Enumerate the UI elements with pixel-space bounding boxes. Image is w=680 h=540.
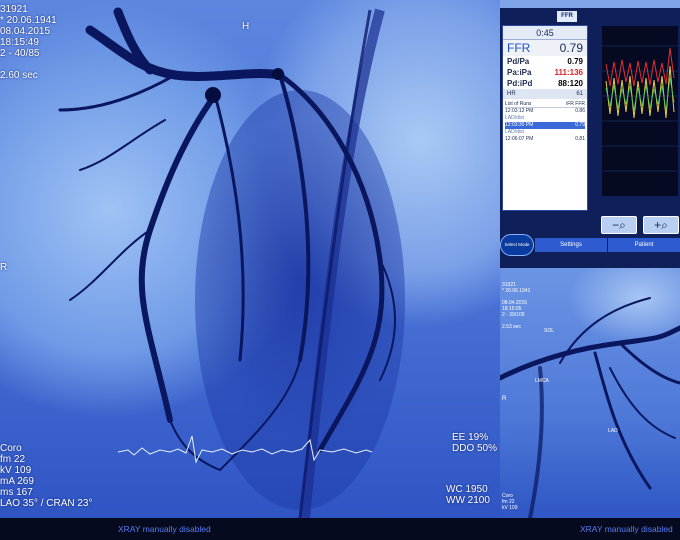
runs-list: List of Runs iFR FFR 12:03:12 PM 0.86 LAD…	[503, 99, 587, 144]
zoom-out-icon: −⌕	[612, 218, 626, 232]
vessel-label-sol: SOL	[544, 328, 555, 334]
tab-patient[interactable]: Patient	[607, 238, 680, 252]
zoom-in-button[interactable]: +⌕	[643, 216, 679, 234]
pd-pa-label: Pd/Pa	[507, 57, 530, 66]
pd-ipd-row: Pd:iPd 88:120	[503, 78, 587, 89]
ffr-tab-bar: Select Mode Settings Patient	[500, 234, 680, 256]
patient-info-overlay: 31921 * 20.06.1941 08.04.2015 18:15:49 2…	[0, 4, 57, 81]
run-location: LAD/dist	[505, 115, 524, 121]
ffr-value: 0.79	[559, 41, 583, 55]
coronary-vessels-image	[58, 7, 405, 518]
angiography-main-view[interactable]: 31921 * 20.06.1941 08.04.2015 18:15:49 2…	[0, 0, 500, 518]
main-status-bar: XRAY manually disabled	[0, 518, 500, 540]
select-mode-button[interactable]: Select Mode	[500, 234, 534, 256]
runs-list-header: List of Runs iFR FFR	[505, 100, 585, 108]
panel-header-strip	[500, 0, 680, 8]
ffr-label: FFR	[507, 41, 531, 55]
ffr-readout-box: 0:45 FFR 0.79 Pd/Pa 0.79 Pa:iPa 111:136 …	[502, 25, 588, 211]
pressure-trend-graph	[602, 26, 678, 196]
angiography-secondary-view[interactable]: 31921 * 20.06.1941 08.04.2015 18:15:05 2…	[500, 268, 680, 518]
ffr-logo: FFR	[557, 11, 577, 22]
zoom-in-icon: +⌕	[654, 218, 668, 232]
pa-ipa-row: Pa:iPa 111:136	[503, 67, 587, 78]
ffr-measurement-panel: FFR 0:45 FFR 0.79 Pd/Pa 0.79 Pa:iPa 111:…	[500, 0, 680, 268]
secondary-patient-info: 31921 * 20.06.1941 08.04.2015 18:15:05 2…	[502, 282, 531, 330]
run-timer: 0:45	[503, 26, 587, 40]
run-item-selected[interactable]: 12:03:30 PM 0.79	[505, 122, 585, 129]
pa-pressure-trace	[605, 47, 675, 87]
pd-ipd-label: Pd:iPd	[507, 79, 533, 88]
pressure-trace-plot	[602, 45, 678, 172]
secondary-orientation-left: R	[502, 396, 507, 402]
run-location: LAD/dist	[505, 129, 524, 135]
pa-ipa-value: 111:136	[554, 68, 583, 77]
tab-settings[interactable]: Settings	[534, 238, 607, 252]
zoom-out-button[interactable]: −⌕	[601, 216, 637, 234]
secondary-acquisition-info: Coro fm 22 kV 109	[502, 493, 518, 511]
acquisition-info-overlay: Coro fm 22 kV 109 mA 269 ms 167 LAO 35° …	[0, 443, 93, 509]
ifr-column-header: iFR	[566, 101, 574, 107]
runs-list-title: List of Runs	[505, 101, 532, 107]
window-level-info: WC 1950 WW 2100	[446, 484, 490, 506]
orientation-marker-top: H	[242, 21, 250, 32]
pd-ipd-value: 88:120	[558, 79, 583, 88]
hr-value: 61	[576, 91, 583, 97]
vessel-label-lad: LAD	[608, 428, 618, 434]
ffr-row: FFR 0.79	[503, 40, 587, 56]
hr-label: HR	[507, 91, 516, 97]
run-item[interactable]: 12:06:07 PM 0.81	[505, 136, 585, 143]
pd-pa-value: 0.79	[567, 57, 583, 66]
edge-enhancement-info: EE 19% DDO 50%	[452, 432, 498, 454]
pd-pa-row: Pd/Pa 0.79	[503, 56, 587, 67]
mini-status-bar: XRAY manually disabled	[500, 518, 680, 540]
orientation-marker-left: R	[0, 262, 8, 273]
ffr-column-header: FFR	[575, 101, 585, 107]
heart-rate-row: HR 61	[503, 89, 587, 99]
vessel-label-lmca: LMCA	[535, 378, 549, 384]
run-item[interactable]: 12:03:12 PM 0.86	[505, 108, 585, 115]
pa-ipa-label: Pa:iPa	[507, 68, 532, 77]
